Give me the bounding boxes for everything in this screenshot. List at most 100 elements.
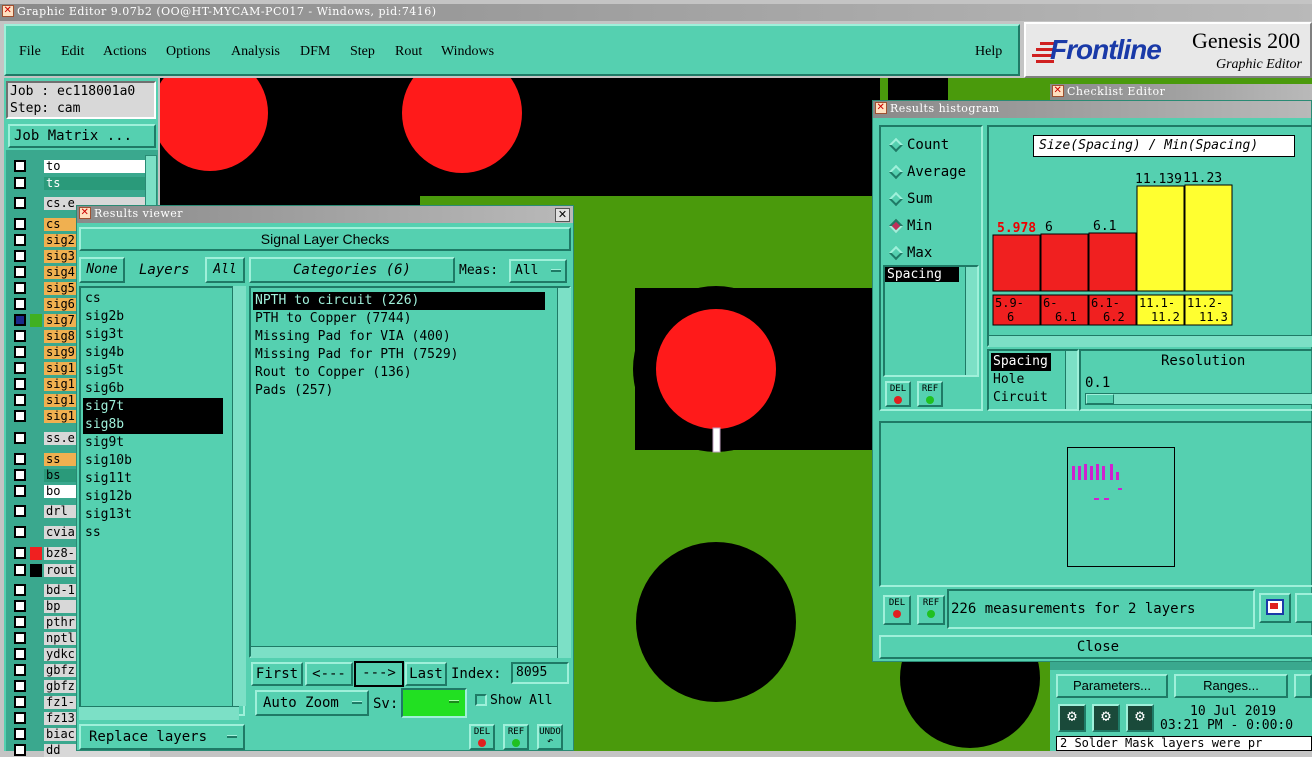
resolution-slider-thumb[interactable] [1086,394,1114,404]
histogram-bar[interactable] [1088,232,1137,292]
layer-list-item[interactable]: cs [83,290,223,308]
prev-button[interactable]: <--- [305,662,353,686]
layer-item[interactable]: to [44,160,150,173]
layer-checkbox[interactable] [14,744,26,756]
radio-max[interactable] [888,245,904,261]
layer-checkbox[interactable] [14,346,26,358]
layer-list-item[interactable]: sig4b [83,344,223,362]
histogram-bar[interactable] [992,234,1041,292]
all-button[interactable]: All [205,257,245,283]
layer-checkbox[interactable] [14,160,26,172]
layer-checkbox[interactable] [14,600,26,612]
layer-checkbox[interactable] [14,314,26,326]
measure-item-spacing[interactable]: Spacing [885,267,959,282]
menu-actions[interactable]: Actions [103,44,147,60]
radio-sum[interactable] [888,191,904,207]
layer-checkbox[interactable] [14,469,26,481]
layer-checkbox[interactable] [14,330,26,342]
layer-checkbox[interactable] [14,298,26,310]
layer-checkbox[interactable] [14,218,26,230]
meas-dropdown[interactable]: All [509,259,567,283]
layer-checkbox[interactable] [14,394,26,406]
run-icon-3[interactable]: ⚙ [1126,704,1154,732]
del-button[interactable]: DEL [469,724,495,750]
histogram-extra-button[interactable] [1295,593,1312,623]
chart-hscrollbar[interactable] [989,335,1312,347]
first-button[interactable]: First [251,662,303,686]
hist-ref-button-2[interactable]: REF [917,595,945,625]
layer-item[interactable]: ts [44,177,150,190]
layer-checkbox[interactable] [14,197,26,209]
layer-checkbox[interactable] [14,564,26,576]
layer-checkbox[interactable] [14,584,26,596]
results-viewer-close-button[interactable]: ✕ [555,208,570,222]
layer-list-item[interactable]: sig8b [83,416,223,434]
histogram-bar[interactable] [1040,233,1089,292]
replace-layers-dropdown[interactable]: Replace layers [79,724,245,750]
layer-checkbox[interactable] [14,696,26,708]
layer-checkbox[interactable] [14,362,26,374]
run-icon-2[interactable]: ⚙ [1092,704,1120,732]
checklist-more-button[interactable] [1294,674,1312,698]
categories-hscrollbar[interactable] [251,646,557,658]
layer-checkbox[interactable] [14,680,26,692]
category-scrollbar[interactable] [1065,351,1077,409]
layer-list-item[interactable]: sig11t [83,470,223,488]
category-list-item[interactable]: PTH to Copper (7744) [253,310,545,328]
category-list-item[interactable]: Pads (257) [253,382,545,400]
none-button[interactable]: None [79,257,125,283]
layer-checkbox[interactable] [14,616,26,628]
menu-file[interactable]: File [19,44,41,60]
layer-checkbox[interactable] [14,547,26,559]
measure-scrollbar[interactable] [965,267,977,375]
menu-analysis[interactable]: Analysis [231,44,280,60]
layer-list-item[interactable]: sig3t [83,326,223,344]
menu-windows[interactable]: Windows [441,44,494,60]
show-all-checkbox[interactable] [475,694,487,706]
layer-checkbox[interactable] [14,250,26,262]
undo-button[interactable]: UNDO ↶ [537,724,563,750]
layer-checkbox[interactable] [14,712,26,724]
menu-edit[interactable]: Edit [61,44,84,60]
layer-checkbox[interactable] [14,432,26,444]
layers-scrollbar[interactable] [232,286,246,706]
histogram-bar[interactable] [1136,185,1185,292]
layer-checkbox[interactable] [14,453,26,465]
layer-checkbox[interactable] [14,177,26,189]
index-input[interactable]: 8095 [511,662,569,684]
sv-color-dropdown[interactable] [401,688,467,718]
layers-listbox[interactable]: cs sig2b sig3t sig4b sig5t sig6b sig7t sig8b sig… [79,286,245,716]
layer-checkbox[interactable] [14,664,26,676]
job-matrix-button[interactable]: Job Matrix ... [8,124,156,148]
hist-del-button-2[interactable]: DEL [883,595,911,625]
layer-checkbox[interactable] [14,410,26,422]
layer-checkbox[interactable] [14,485,26,497]
category-list-item[interactable]: Rout to Copper (136) [253,364,545,382]
layer-list-item[interactable]: sig6b [83,380,223,398]
layer-list-item[interactable]: sig13t [83,506,223,524]
auto-zoom-dropdown[interactable]: Auto Zoom [255,690,369,716]
category-list-item[interactable]: Missing Pad for PTH (7529) [253,346,545,364]
radio-min[interactable] [888,218,904,234]
last-button[interactable]: Last [405,662,447,686]
layer-list-item[interactable]: sig10b [83,452,223,470]
layers-hscrollbar[interactable] [79,706,239,720]
hist-category-item[interactable]: Spacing [991,353,1051,371]
layer-checkbox[interactable] [14,648,26,660]
layer-checkbox[interactable] [14,526,26,538]
menu-dfm[interactable]: DFM [300,44,330,60]
ranges-button[interactable]: Ranges... [1174,674,1288,698]
histogram-export-button[interactable] [1259,593,1291,623]
resolution-slider[interactable] [1085,393,1312,405]
category-list-item[interactable]: NPTH to circuit (226) [253,292,545,310]
parameters-button[interactable]: Parameters... [1056,674,1168,698]
layer-checkbox[interactable] [14,632,26,644]
layer-list-item[interactable]: sig7t [83,398,223,416]
radio-count[interactable] [888,137,904,153]
hist-category-item[interactable]: Hole [991,371,1051,389]
histogram-bar[interactable] [1184,184,1233,292]
hist-category-item[interactable]: Circuit [991,389,1051,407]
menu-rout[interactable]: Rout [395,44,422,60]
layer-checkbox[interactable] [14,505,26,517]
next-button[interactable]: ---> [354,661,404,687]
